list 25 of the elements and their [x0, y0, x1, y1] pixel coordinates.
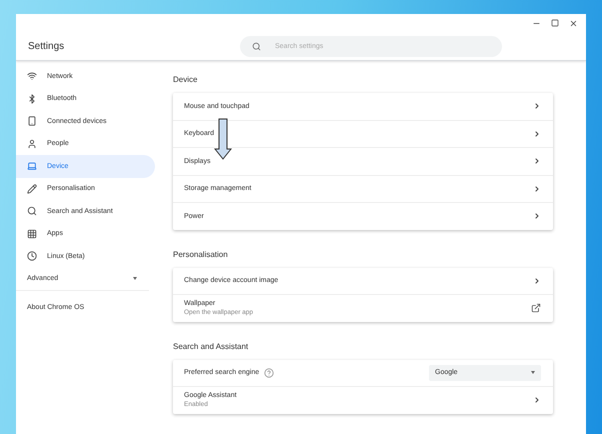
caret-icon: [531, 371, 535, 374]
chevron-icon: [533, 157, 541, 166]
clock-icon: [27, 251, 37, 262]
maximize-icon[interactable]: [551, 19, 559, 27]
chevron-icon: [533, 102, 541, 110]
section-title: Search and Assistant: [173, 340, 250, 352]
external-link-icon[interactable]: [531, 303, 541, 314]
pencil-icon: [27, 184, 37, 194]
grid-icon: [27, 228, 37, 239]
chevron-icon: [533, 184, 541, 193]
down-arrow-icon: [214, 118, 232, 160]
phone-icon: [27, 116, 37, 126]
person-icon: [27, 138, 37, 149]
chevron-icon: [533, 276, 541, 285]
chevron-icon: [533, 130, 541, 138]
window-title: Settings: [27, 40, 66, 52]
laptop-icon: [27, 161, 37, 172]
section-title: Personalisation: [173, 248, 229, 260]
search-icon: [27, 206, 37, 216]
chevron-icon: [533, 212, 541, 220]
section-title: Device: [173, 74, 198, 86]
bluetooth-icon: [27, 94, 37, 104]
chevron-icon: [533, 396, 541, 404]
close-icon[interactable]: [569, 18, 578, 28]
help-icon[interactable]: [264, 368, 274, 378]
